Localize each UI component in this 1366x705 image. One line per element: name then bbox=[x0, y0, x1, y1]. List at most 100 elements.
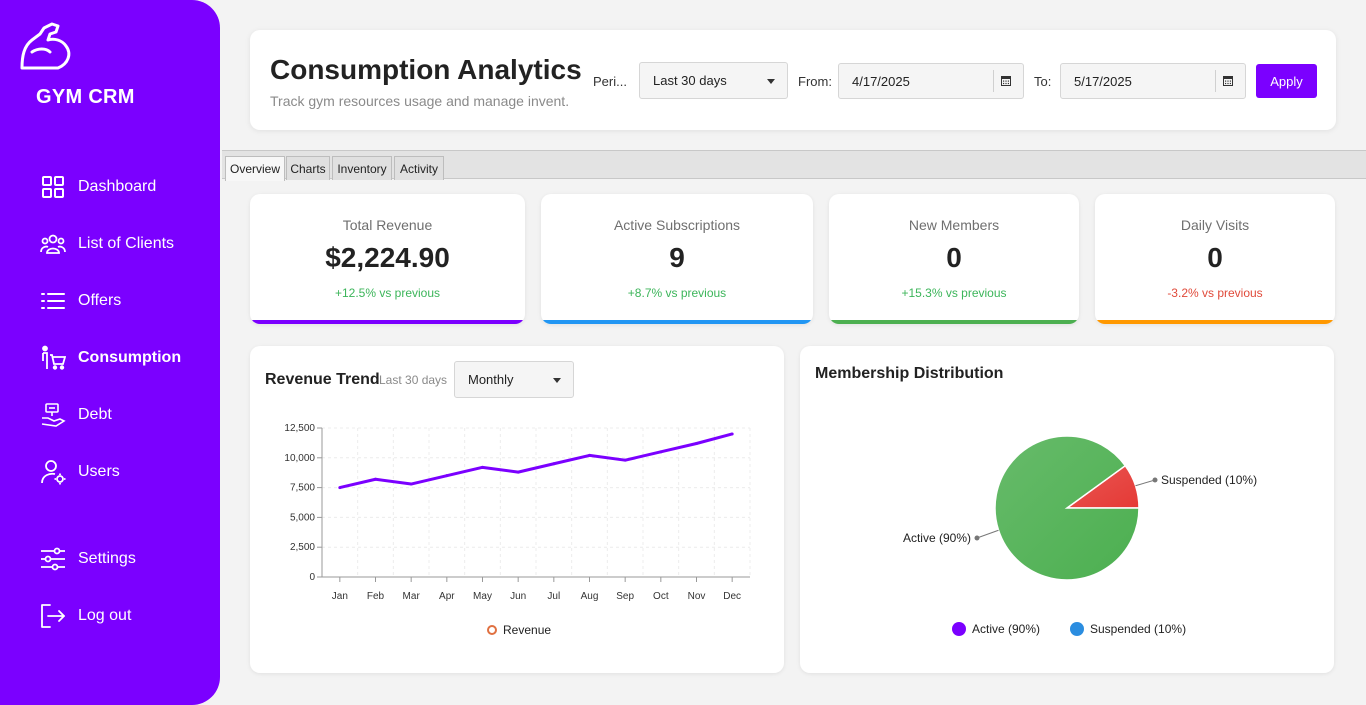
chevron-down-icon bbox=[767, 78, 775, 84]
nav-offers[interactable]: Offers bbox=[40, 286, 121, 316]
sliders-icon bbox=[41, 547, 65, 571]
tab-inventory[interactable]: Inventory bbox=[332, 156, 392, 180]
stat-accent-bar bbox=[250, 320, 525, 324]
nav-log-out[interactable]: Log out bbox=[40, 601, 131, 631]
stat-accent-bar bbox=[541, 320, 813, 324]
nav-users-label: Users bbox=[78, 463, 120, 480]
stat-card-daily-visits: Daily Visits 0 -3.2% vs previous bbox=[1095, 194, 1335, 324]
x-tick-label: Feb bbox=[367, 591, 385, 602]
nav-settings-label: Settings bbox=[78, 550, 136, 567]
x-tick-label: Dec bbox=[723, 591, 741, 602]
pie-leader-dot bbox=[1152, 477, 1158, 483]
from-date-value: 4/17/2025 bbox=[852, 73, 910, 89]
nav-debt-label: Debt bbox=[78, 406, 112, 423]
data-point bbox=[552, 462, 556, 466]
nav-list-of-clients-label: List of Clients bbox=[78, 235, 175, 252]
pie-slice-label: Suspended (10%) bbox=[1161, 473, 1257, 487]
membership-card: Membership Distribution Suspended (10%) A… bbox=[800, 346, 1334, 673]
nav-consumption-label: Consumption bbox=[78, 349, 182, 366]
calendar-icon bbox=[1222, 76, 1233, 86]
to-label: To: bbox=[1034, 74, 1052, 89]
stat-change: +15.3% vs previous bbox=[901, 286, 1007, 300]
nav-log-out-label: Log out bbox=[78, 607, 132, 624]
stat-accent-bar bbox=[1095, 320, 1335, 324]
sidebar: GYM CRM Dashboard List of Clients Offers… bbox=[0, 0, 220, 705]
data-point bbox=[445, 474, 449, 478]
to-date-value: 5/17/2025 bbox=[1074, 73, 1132, 89]
pie-slice-active bbox=[994, 435, 1140, 581]
y-tick-label: 7,500 bbox=[290, 483, 315, 494]
nav-debt[interactable]: Debt bbox=[40, 400, 112, 430]
stat-label: New Members bbox=[908, 217, 1000, 233]
tab-strip: Overview Charts Inventory Activity bbox=[222, 150, 1366, 181]
data-point bbox=[338, 486, 342, 490]
to-date-field[interactable]: 5/17/2025 bbox=[1060, 63, 1246, 99]
pie-slice-label: Active (90%) bbox=[903, 531, 971, 545]
page-subtitle: Track gym resources usage and manage inv… bbox=[270, 93, 570, 109]
stat-value: 0 bbox=[1207, 242, 1223, 273]
period-label: Peri... bbox=[593, 74, 627, 89]
period-select[interactable]: Last 30 days bbox=[639, 62, 788, 99]
revenue-legend: Revenue bbox=[487, 623, 551, 637]
to-calendar-button[interactable] bbox=[1215, 70, 1239, 92]
data-point bbox=[730, 432, 734, 436]
stat-change: +8.7% vs previous bbox=[627, 286, 727, 300]
tab-overview[interactable]: Overview bbox=[225, 156, 285, 181]
x-tick-label: Sep bbox=[616, 591, 634, 602]
list-icon bbox=[41, 293, 65, 309]
data-point bbox=[695, 441, 698, 445]
from-label: From: bbox=[798, 74, 832, 89]
nav-dashboard[interactable]: Dashboard bbox=[40, 172, 156, 202]
brand-name: GYM CRM bbox=[36, 86, 135, 108]
x-tick-label: Aug bbox=[581, 591, 599, 602]
legend-active: Active (90%) bbox=[952, 622, 1040, 636]
legend-suspended: Suspended (10%) bbox=[1070, 622, 1186, 636]
legend-suspended-label: Suspended (10%) bbox=[1090, 622, 1187, 636]
page-title: Consumption Analytics bbox=[270, 54, 582, 85]
legend-dot-active bbox=[952, 622, 966, 636]
apply-button[interactable]: Apply bbox=[1256, 64, 1317, 98]
debt-icon bbox=[41, 403, 66, 427]
user-gear-icon bbox=[41, 460, 66, 485]
tab-charts[interactable]: Charts bbox=[286, 156, 330, 180]
nav-settings[interactable]: Settings bbox=[40, 544, 136, 574]
from-calendar-button[interactable] bbox=[993, 70, 1017, 92]
data-point bbox=[409, 482, 413, 486]
pie-leader-line bbox=[976, 529, 999, 539]
stat-change: -3.2% vs previous bbox=[1167, 286, 1263, 300]
period-select-value: Last 30 days bbox=[653, 73, 727, 88]
x-tick-label: Mar bbox=[403, 591, 421, 602]
y-tick-label: 0 bbox=[309, 572, 315, 583]
nav-consumption[interactable]: Consumption bbox=[40, 343, 181, 373]
x-tick-label: Jun bbox=[510, 591, 526, 602]
clients-icon bbox=[40, 234, 66, 254]
x-tick-label: Jan bbox=[332, 591, 348, 602]
stat-card-active-subscriptions: Active Subscriptions 9 +8.7% vs previous bbox=[541, 194, 813, 324]
y-tick-label: 5,000 bbox=[290, 512, 315, 523]
x-tick-label: Apr bbox=[439, 591, 455, 602]
stat-value: 0 bbox=[946, 242, 962, 273]
nav-offers-label: Offers bbox=[78, 292, 122, 309]
stat-label: Daily Visits bbox=[1180, 217, 1250, 233]
from-date-field[interactable]: 4/17/2025 bbox=[838, 63, 1024, 99]
data-point bbox=[481, 465, 484, 469]
nav-dashboard-label: Dashboard bbox=[78, 178, 157, 195]
flexed-arm-logo-icon bbox=[20, 22, 71, 70]
stat-value: 9 bbox=[669, 242, 685, 273]
stat-label: Total Revenue bbox=[342, 217, 433, 233]
header-card: Consumption Analytics Track gym resource… bbox=[250, 30, 1336, 130]
nav-users[interactable]: Users bbox=[40, 457, 120, 487]
stat-card-new-members: New Members 0 +15.3% vs previous bbox=[829, 194, 1079, 324]
stat-change: +12.5% vs previous bbox=[334, 286, 441, 300]
x-tick-label: Nov bbox=[688, 591, 706, 602]
x-tick-label: Jul bbox=[547, 591, 560, 602]
dashboard-icon bbox=[42, 176, 64, 198]
tab-activity[interactable]: Activity bbox=[394, 156, 444, 180]
nav-list-of-clients[interactable]: List of Clients bbox=[40, 229, 174, 259]
legend-dot-suspended bbox=[1070, 622, 1084, 636]
y-tick-label: 2,500 bbox=[290, 542, 315, 553]
pie-leader-line bbox=[1135, 479, 1156, 487]
stat-card-total-revenue: Total Revenue $2,224.90 +12.5% vs previo… bbox=[250, 194, 525, 324]
x-tick-label: Oct bbox=[653, 591, 669, 602]
legend-active-label: Active (90%) bbox=[972, 622, 1041, 636]
